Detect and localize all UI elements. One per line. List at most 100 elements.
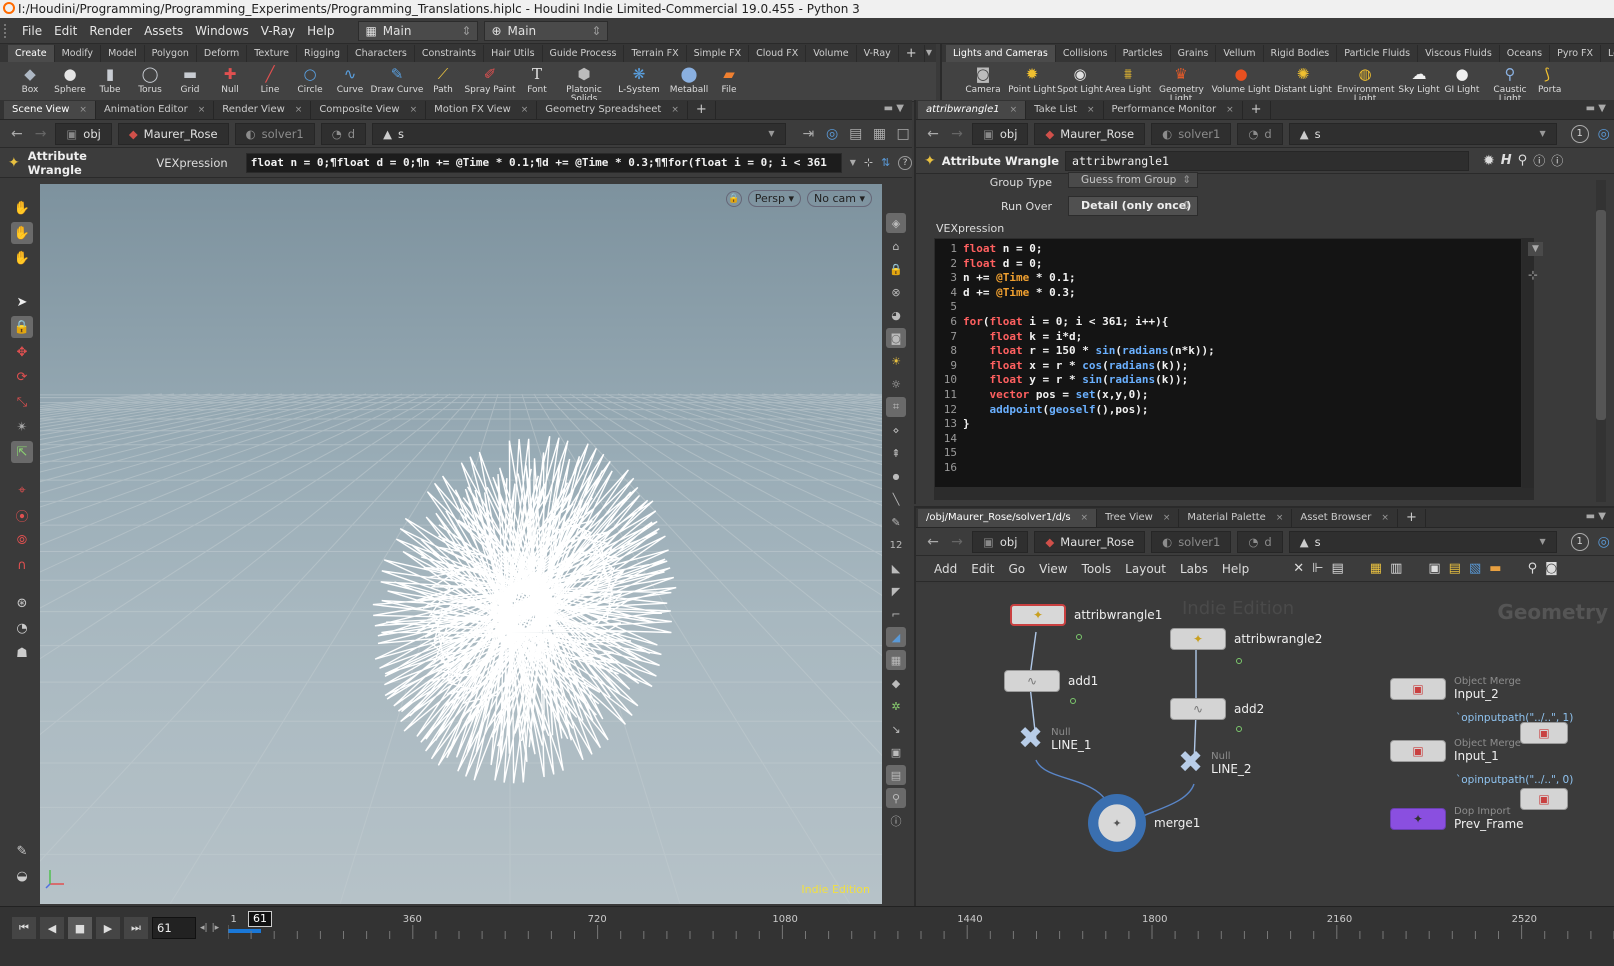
close-icon[interactable]: × (1381, 509, 1389, 527)
node-input-1[interactable]: ▣ Object Merge Input_1 (1390, 738, 1521, 763)
grid-view-icon[interactable]: ▦ (1370, 561, 1382, 576)
scale-icon[interactable]: ⤡ (11, 391, 33, 413)
snap-icon[interactable]: ⊗ (886, 282, 906, 302)
move-icon[interactable]: ✥ (11, 341, 33, 363)
display-options-icon[interactable]: ▤ (847, 126, 865, 142)
tool-sphere[interactable]: ● Sphere (50, 62, 90, 95)
scope-icon[interactable]: ✋ (11, 247, 33, 269)
info-icon[interactable]: ⓘ (886, 811, 906, 831)
back-arrow-icon[interactable]: ← (924, 126, 942, 142)
tool-null[interactable]: ✚ Null (210, 62, 250, 95)
vex-code-editor[interactable]: 1 float n = 0; 2 float d = 0; 3 n += @Time * … (934, 238, 1522, 488)
shelf-tab-oceans[interactable]: Oceans (1500, 45, 1551, 62)
pane-menu-icon[interactable]: ▬ ▼ (1586, 511, 1606, 522)
timeline-track[interactable]: 1 360 720 1080 1440 1800 2160 2520 61 (227, 911, 1614, 951)
node-attribwrangle1[interactable]: ✦ attribwrangle1 (1010, 604, 1162, 640)
tool-grid[interactable]: ▬ Grid (170, 62, 210, 95)
tab-geometry-spreadsheet[interactable]: Geometry Spreadsheet × (537, 101, 688, 119)
pin-pane-icon[interactable]: 1 (1570, 532, 1589, 551)
paint-icon[interactable]: ⦾ (11, 529, 33, 551)
shelf-tab-vray[interactable]: V-Ray (857, 45, 899, 62)
menu-edit[interactable]: Edit (54, 24, 77, 38)
render-region-icon[interactable]: ⊛ (11, 592, 33, 614)
link-icon[interactable]: ◎ (1595, 126, 1613, 142)
shelf-menu-icon[interactable]: ▼ (926, 48, 932, 57)
tree-icon[interactable]: ⊩ (1312, 561, 1323, 576)
shelf-tab-pyro-fx[interactable]: Pyro FX (1550, 45, 1601, 62)
forward-arrow-icon[interactable]: → (948, 534, 966, 550)
shelf-tab-collisions[interactable]: Collisions (1056, 45, 1116, 62)
pose-icon[interactable]: ✴ (11, 416, 33, 438)
background-icon[interactable]: ▣ (886, 742, 906, 762)
context-select[interactable]: ⊕ Main ⇕ (484, 20, 609, 41)
run-over-select[interactable]: Detail (only once) ⇕ (1068, 196, 1198, 216)
tool-point-light[interactable]: ✹ Point Light (1008, 62, 1056, 95)
help-icon[interactable]: ? (898, 155, 912, 170)
path-maurer-rose[interactable]: ◆ Maurer_Rose (1034, 122, 1146, 145)
shelf-tab-particles[interactable]: Particles (1116, 45, 1171, 62)
add-shelf-tab-button[interactable]: + (899, 45, 925, 62)
tab-attribwrangle1[interactable]: attribwrangle1 × (918, 101, 1027, 119)
numbers-icon[interactable]: 12 (886, 535, 906, 555)
tool-environment-light[interactable]: ◍ Environment Light (1334, 62, 1396, 101)
maximize-icon[interactable]: □ (894, 126, 912, 142)
net-menu-go[interactable]: Go (1008, 562, 1025, 576)
back-arrow-icon[interactable]: ← (924, 534, 942, 550)
shelf-tab-lights-cameras[interactable]: Lights and Cameras (946, 45, 1056, 62)
path-solver1[interactable]: ◐ solver1 (1151, 530, 1232, 553)
tool-distant-light[interactable]: ✺ Distant Light (1272, 62, 1334, 95)
step-forward-icon[interactable]: |▸ (212, 923, 220, 933)
path-d[interactable]: ◔ d (1237, 530, 1283, 553)
shelf-tab-rigging[interactable]: Rigging (297, 45, 349, 62)
camera-menu[interactable]: No cam ▾ (807, 190, 872, 207)
menu-render[interactable]: Render (89, 24, 132, 38)
pin-view-icon[interactable]: ⚲ (886, 788, 906, 808)
tool-curve[interactable]: ∿ Curve (330, 62, 370, 95)
transform-handle-icon[interactable]: ⊹ (864, 156, 873, 169)
desktop-select[interactable]: ▦ Main ⇕ (358, 20, 479, 41)
node-name-field[interactable]: attribwrangle1 (1065, 150, 1470, 171)
path-d[interactable]: ◔ d (1237, 122, 1283, 145)
hand-icon[interactable]: ↘ (886, 719, 906, 739)
shelf-tab-hair-utils[interactable]: Hair Utils (484, 45, 543, 62)
paint-brush-icon[interactable]: ✎ (886, 512, 906, 532)
add-pane-tab-button[interactable]: + (1243, 101, 1271, 119)
tool-camera[interactable]: ◙ Camera (958, 62, 1008, 95)
shelf-tab-vellum[interactable]: Vellum (1216, 45, 1264, 62)
detail-view-icon[interactable]: ▥ (1390, 561, 1402, 576)
flipbook-icon[interactable]: ✎ (11, 840, 33, 862)
menu-windows[interactable]: Windows (195, 24, 249, 38)
path-obj[interactable]: ▣ obj (972, 122, 1029, 145)
path-obj[interactable]: ▣ obj (972, 530, 1029, 553)
magnet-icon[interactable]: ∩ (11, 554, 33, 576)
net-menu-add[interactable]: Add (934, 562, 957, 576)
handle-icon[interactable]: ⇱ (11, 441, 33, 463)
gear-icon[interactable]: ✹ (1483, 153, 1495, 169)
shelf-tab-volume[interactable]: Volume (806, 45, 857, 62)
tab-animation-editor[interactable]: Animation Editor × (96, 101, 215, 119)
path-d[interactable]: ◔ d (320, 122, 367, 145)
tab-scene-view[interactable]: Scene View × (4, 101, 96, 119)
channel-options-icon[interactable]: ⊹ (1528, 268, 1538, 282)
add-pane-tab-button[interactable]: + (1398, 509, 1426, 527)
info-icon[interactable]: ⓘ (1533, 152, 1545, 169)
camera-icon[interactable]: ◙ (886, 328, 906, 348)
close-icon[interactable]: × (521, 101, 529, 119)
net-menu-view[interactable]: View (1039, 562, 1067, 576)
shelf-tab-legacy-pyro[interactable]: Legacy Pyro (1601, 45, 1614, 62)
select-mode-icon[interactable]: ✋ (11, 197, 33, 219)
shade-icon[interactable]: ◣ (886, 558, 906, 578)
param-scroll-thumb[interactable] (1596, 210, 1606, 420)
tab-take-list[interactable]: Take List × (1026, 101, 1104, 119)
tab-composite-view[interactable]: Composite View × (311, 101, 427, 119)
tool-circle[interactable]: ○ Circle (290, 62, 330, 95)
forward-arrow-icon[interactable]: → (948, 126, 966, 142)
lock-icon[interactable]: 🔒 (11, 316, 33, 338)
shelf-tab-modify[interactable]: Modify (55, 45, 102, 62)
select-arrow-icon[interactable]: ➤ (11, 291, 33, 313)
group-type-select[interactable]: Guess from Group ⇕ (1068, 172, 1198, 188)
close-icon[interactable]: × (1087, 101, 1095, 119)
menu-vray[interactable]: V-Ray (261, 24, 295, 38)
tab-tree-view[interactable]: Tree View × (1097, 509, 1180, 527)
tab-network-path[interactable]: /obj/Maurer_Rose/solver1/d/s × (918, 509, 1098, 527)
